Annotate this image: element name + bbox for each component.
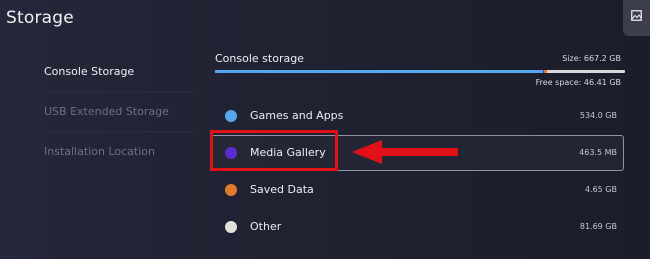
category-size: 534.0 GB [579, 111, 617, 120]
category-color-dot [225, 147, 237, 159]
corner-image-button[interactable] [623, 0, 650, 36]
category-row-games-and-apps[interactable]: Games and Apps 534.0 GB [211, 98, 624, 134]
sidebar-item-console-storage[interactable]: Console Storage [44, 52, 194, 92]
category-color-dot [225, 221, 237, 233]
sidebar-item-label: Console Storage [44, 65, 135, 78]
sidebar-item-label: USB Extended Storage [44, 105, 169, 118]
category-row-media-gallery[interactable]: Media Gallery 463.5 MB [211, 135, 624, 171]
sidebar-item-usb-extended-storage[interactable]: USB Extended Storage [44, 92, 194, 132]
usage-bar-segment [547, 70, 597, 73]
category-name: Other [250, 220, 282, 233]
category-size: 4.65 GB [584, 185, 617, 194]
storage-category-list: Games and Apps 534.0 GB Media Gallery 46… [211, 98, 624, 246]
category-color-dot [225, 184, 237, 196]
sidebar: Console Storage USB Extended Storage Ins… [44, 52, 194, 171]
image-icon [631, 10, 642, 21]
console-storage-label: Console storage [215, 52, 304, 65]
usage-bar-segment [215, 70, 543, 73]
sidebar-item-installation-location[interactable]: Installation Location [44, 132, 194, 171]
page-title: Storage [6, 8, 74, 28]
storage-usage-bar [215, 70, 625, 73]
storage-header: Console storage Size: 667.2 GB [215, 52, 625, 66]
category-name: Media Gallery [250, 146, 326, 159]
category-row-other[interactable]: Other 81.69 GB [211, 209, 624, 245]
category-row-saved-data[interactable]: Saved Data 4.65 GB [211, 172, 624, 208]
category-name: Games and Apps [250, 109, 344, 122]
category-name: Saved Data [250, 183, 314, 196]
storage-size-label: Size: 667.2 GB [562, 54, 621, 63]
free-space-label: Free space: 46.41 GB [535, 78, 621, 87]
category-size: 81.69 GB [579, 222, 617, 231]
category-size: 463.5 MB [579, 148, 617, 157]
storage-summary: Console storage Size: 667.2 GB Free spac… [215, 52, 625, 87]
sidebar-item-label: Installation Location [44, 145, 155, 158]
category-color-dot [225, 110, 237, 122]
storage-screen: Storage Console Storage USB Extended Sto… [0, 0, 650, 259]
